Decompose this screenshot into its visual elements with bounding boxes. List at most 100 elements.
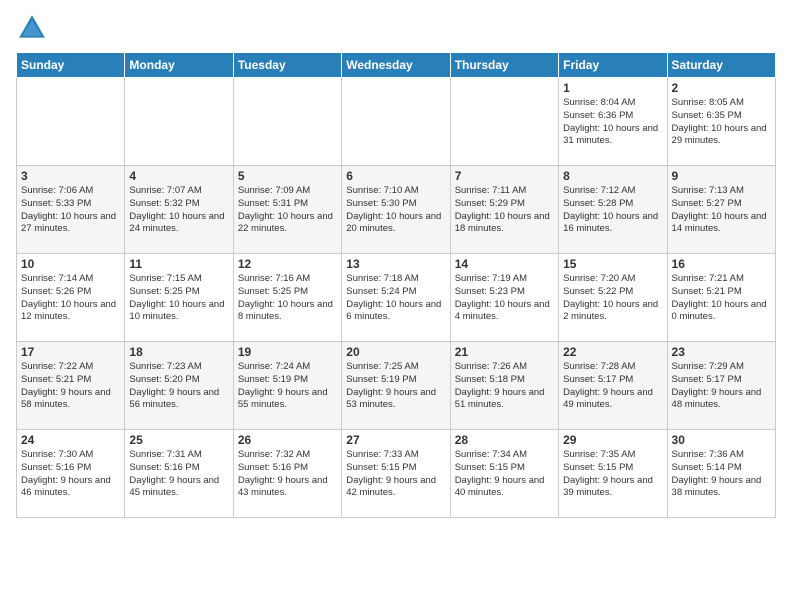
- day-number: 7: [455, 169, 554, 183]
- day-cell: 5 Sunrise: 7:09 AMSunset: 5:31 PMDaylight…: [233, 166, 341, 254]
- day-cell: 4 Sunrise: 7:07 AMSunset: 5:32 PMDaylight…: [125, 166, 233, 254]
- day-cell: 1 Sunrise: 8:04 AMSunset: 6:36 PMDaylight…: [559, 78, 667, 166]
- day-cell: [233, 78, 341, 166]
- day-info: Sunrise: 7:13 AMSunset: 5:27 PMDaylight:…: [672, 185, 771, 236]
- day-info: Sunrise: 8:04 AMSunset: 6:36 PMDaylight:…: [563, 97, 662, 148]
- day-info: Sunrise: 7:28 AMSunset: 5:17 PMDaylight:…: [563, 361, 662, 412]
- day-cell: 15 Sunrise: 7:20 AMSunset: 5:22 PMDayligh…: [559, 254, 667, 342]
- day-cell: 17 Sunrise: 7:22 AMSunset: 5:21 PMDayligh…: [17, 342, 125, 430]
- day-cell: 13 Sunrise: 7:18 AMSunset: 5:24 PMDayligh…: [342, 254, 450, 342]
- day-cell: 22 Sunrise: 7:28 AMSunset: 5:17 PMDayligh…: [559, 342, 667, 430]
- day-info: Sunrise: 7:36 AMSunset: 5:14 PMDaylight:…: [672, 449, 771, 500]
- weekday-header-monday: Monday: [125, 53, 233, 78]
- day-cell: 20 Sunrise: 7:25 AMSunset: 5:19 PMDayligh…: [342, 342, 450, 430]
- day-cell: 29Sunrise: 7:35 AMSunset: 5:15 PMDayligh…: [559, 430, 667, 518]
- day-info: Sunrise: 7:22 AMSunset: 5:21 PMDaylight:…: [21, 361, 120, 412]
- calendar-body: 1 Sunrise: 8:04 AMSunset: 6:36 PMDaylight…: [17, 78, 776, 518]
- week-row-2: 10 Sunrise: 7:14 AMSunset: 5:26 PMDayligh…: [17, 254, 776, 342]
- day-number: 20: [346, 345, 445, 359]
- day-number: 22: [563, 345, 662, 359]
- day-cell: 9 Sunrise: 7:13 AMSunset: 5:27 PMDaylight…: [667, 166, 775, 254]
- calendar-header: SundayMondayTuesdayWednesdayThursdayFrid…: [17, 53, 776, 78]
- day-cell: 18Sunrise: 7:23 AMSunset: 5:20 PMDayligh…: [125, 342, 233, 430]
- day-info: Sunrise: 7:18 AMSunset: 5:24 PMDaylight:…: [346, 273, 445, 324]
- day-info: Sunrise: 7:10 AMSunset: 5:30 PMDaylight:…: [346, 185, 445, 236]
- logo-icon: [16, 12, 48, 44]
- day-number: 2: [672, 81, 771, 95]
- day-cell: 26Sunrise: 7:32 AMSunset: 5:16 PMDayligh…: [233, 430, 341, 518]
- day-info: Sunrise: 7:29 AMSunset: 5:17 PMDaylight:…: [672, 361, 771, 412]
- weekday-row: SundayMondayTuesdayWednesdayThursdayFrid…: [17, 53, 776, 78]
- day-info: Sunrise: 7:32 AMSunset: 5:16 PMDaylight:…: [238, 449, 337, 500]
- day-info: Sunrise: 7:09 AMSunset: 5:31 PMDaylight:…: [238, 185, 337, 236]
- day-info: Sunrise: 7:26 AMSunset: 5:18 PMDaylight:…: [455, 361, 554, 412]
- day-number: 10: [21, 257, 120, 271]
- day-number: 12: [238, 257, 337, 271]
- day-cell: 30 Sunrise: 7:36 AMSunset: 5:14 PMDayligh…: [667, 430, 775, 518]
- day-cell: 2Sunrise: 8:05 AMSunset: 6:35 PMDaylight…: [667, 78, 775, 166]
- day-cell: 8Sunrise: 7:12 AMSunset: 5:28 PMDaylight…: [559, 166, 667, 254]
- day-number: 5: [238, 169, 337, 183]
- day-info: Sunrise: 7:24 AMSunset: 5:19 PMDaylight:…: [238, 361, 337, 412]
- day-info: Sunrise: 7:11 AMSunset: 5:29 PMDaylight:…: [455, 185, 554, 236]
- day-info: Sunrise: 7:19 AMSunset: 5:23 PMDaylight:…: [455, 273, 554, 324]
- day-number: 15: [563, 257, 662, 271]
- day-number: 11: [129, 257, 228, 271]
- header: [16, 12, 776, 44]
- day-info: Sunrise: 7:16 AMSunset: 5:25 PMDaylight:…: [238, 273, 337, 324]
- day-number: 1: [563, 81, 662, 95]
- day-number: 24: [21, 433, 120, 447]
- week-row-1: 3Sunrise: 7:06 AMSunset: 5:33 PMDaylight…: [17, 166, 776, 254]
- day-number: 28: [455, 433, 554, 447]
- day-number: 4: [129, 169, 228, 183]
- day-info: Sunrise: 7:14 AMSunset: 5:26 PMDaylight:…: [21, 273, 120, 324]
- day-info: Sunrise: 7:30 AMSunset: 5:16 PMDaylight:…: [21, 449, 120, 500]
- day-cell: 23 Sunrise: 7:29 AMSunset: 5:17 PMDayligh…: [667, 342, 775, 430]
- weekday-header-wednesday: Wednesday: [342, 53, 450, 78]
- day-cell: 12 Sunrise: 7:16 AMSunset: 5:25 PMDayligh…: [233, 254, 341, 342]
- day-info: Sunrise: 7:21 AMSunset: 5:21 PMDaylight:…: [672, 273, 771, 324]
- day-number: 27: [346, 433, 445, 447]
- day-cell: 25 Sunrise: 7:31 AMSunset: 5:16 PMDayligh…: [125, 430, 233, 518]
- day-cell: 27Sunrise: 7:33 AMSunset: 5:15 PMDayligh…: [342, 430, 450, 518]
- week-row-3: 17 Sunrise: 7:22 AMSunset: 5:21 PMDayligh…: [17, 342, 776, 430]
- day-cell: 16 Sunrise: 7:21 AMSunset: 5:21 PMDayligh…: [667, 254, 775, 342]
- day-number: 13: [346, 257, 445, 271]
- day-cell: 21 Sunrise: 7:26 AMSunset: 5:18 PMDayligh…: [450, 342, 558, 430]
- day-cell: [125, 78, 233, 166]
- day-info: Sunrise: 7:07 AMSunset: 5:32 PMDaylight:…: [129, 185, 228, 236]
- day-info: Sunrise: 7:12 AMSunset: 5:28 PMDaylight:…: [563, 185, 662, 236]
- day-info: Sunrise: 7:25 AMSunset: 5:19 PMDaylight:…: [346, 361, 445, 412]
- day-number: 29: [563, 433, 662, 447]
- day-cell: [450, 78, 558, 166]
- day-info: Sunrise: 7:06 AMSunset: 5:33 PMDaylight:…: [21, 185, 120, 236]
- day-number: 14: [455, 257, 554, 271]
- day-cell: 7 Sunrise: 7:11 AMSunset: 5:29 PMDaylight…: [450, 166, 558, 254]
- day-cell: 6 Sunrise: 7:10 AMSunset: 5:30 PMDaylight…: [342, 166, 450, 254]
- day-info: Sunrise: 7:23 AMSunset: 5:20 PMDaylight:…: [129, 361, 228, 412]
- weekday-header-friday: Friday: [559, 53, 667, 78]
- day-number: 17: [21, 345, 120, 359]
- weekday-header-thursday: Thursday: [450, 53, 558, 78]
- weekday-header-saturday: Saturday: [667, 53, 775, 78]
- day-number: 19: [238, 345, 337, 359]
- day-info: Sunrise: 7:20 AMSunset: 5:22 PMDaylight:…: [563, 273, 662, 324]
- day-number: 9: [672, 169, 771, 183]
- day-cell: 24 Sunrise: 7:30 AMSunset: 5:16 PMDayligh…: [17, 430, 125, 518]
- day-number: 21: [455, 345, 554, 359]
- day-number: 6: [346, 169, 445, 183]
- day-cell: 28 Sunrise: 7:34 AMSunset: 5:15 PMDayligh…: [450, 430, 558, 518]
- day-info: Sunrise: 7:31 AMSunset: 5:16 PMDaylight:…: [129, 449, 228, 500]
- day-number: 23: [672, 345, 771, 359]
- week-row-0: 1 Sunrise: 8:04 AMSunset: 6:36 PMDaylight…: [17, 78, 776, 166]
- day-cell: [342, 78, 450, 166]
- calendar-table: SundayMondayTuesdayWednesdayThursdayFrid…: [16, 52, 776, 518]
- page: SundayMondayTuesdayWednesdayThursdayFrid…: [0, 0, 792, 526]
- weekday-header-tuesday: Tuesday: [233, 53, 341, 78]
- day-number: 30: [672, 433, 771, 447]
- day-cell: 14 Sunrise: 7:19 AMSunset: 5:23 PMDayligh…: [450, 254, 558, 342]
- week-row-4: 24 Sunrise: 7:30 AMSunset: 5:16 PMDayligh…: [17, 430, 776, 518]
- day-number: 25: [129, 433, 228, 447]
- day-info: Sunrise: 7:34 AMSunset: 5:15 PMDaylight:…: [455, 449, 554, 500]
- day-number: 16: [672, 257, 771, 271]
